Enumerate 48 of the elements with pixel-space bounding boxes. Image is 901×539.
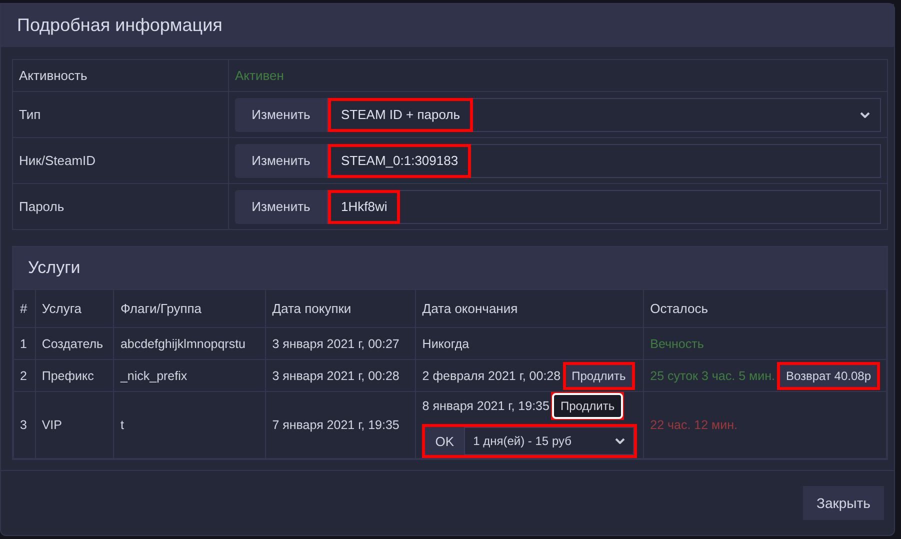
field-label: Тип	[12, 92, 228, 138]
column-header: Флаги/Группа	[114, 290, 266, 328]
end-date: 8 января 2021 г, 19:35	[422, 399, 550, 413]
remaining-time: 22 час. 12 мин.	[650, 418, 738, 432]
chevron-icon	[860, 112, 870, 118]
field-value: 1Hkf8wi	[341, 199, 388, 214]
extend-button[interactable]: Продлить	[566, 364, 632, 386]
refund-button[interactable]: Возврат 40.08р	[780, 364, 877, 386]
table-cell: VIP	[35, 392, 114, 458]
table-cell: 1	[14, 328, 36, 360]
table-cell: abcdefghijklmnopqrstu	[114, 328, 266, 360]
extend-button[interactable]: Продлить	[554, 395, 621, 417]
column-header: #	[14, 290, 36, 328]
column-header: Услуга	[35, 290, 114, 328]
change-button[interactable]: Изменить	[235, 98, 327, 132]
period-select[interactable]: 1 дня(ей) - 15 руб	[464, 427, 634, 455]
table-cell: _nick_prefix	[114, 360, 266, 392]
remaining-time: 25 суток 3 час. 5 мин.	[650, 368, 775, 382]
table-cell: Создатель	[35, 328, 114, 360]
field-label: Ник/SteamID	[12, 138, 228, 184]
panel-title: Услуги	[28, 258, 80, 278]
change-button[interactable]: Изменить	[235, 190, 327, 224]
field-label: Пароль	[12, 184, 228, 230]
table-cell: 3 января 2021 г, 00:28	[266, 360, 416, 392]
field-value: STEAM ID + пароль	[341, 107, 460, 122]
type-select[interactable]: STEAM ID + пароль	[327, 98, 881, 132]
table-cell: 3	[14, 392, 36, 458]
table-cell: t	[114, 392, 266, 458]
end-date: 2 февраля 2021 г, 00:28	[422, 368, 561, 382]
field-label: Активность	[12, 60, 228, 92]
input-field[interactable]: 1Hkf8wi	[327, 190, 881, 224]
end-date: Никогда	[422, 336, 470, 350]
table-cell: 3 января 2021 г, 00:27	[266, 328, 416, 360]
column-header: Осталось	[644, 290, 886, 328]
close-button[interactable]: Закрыть	[803, 486, 884, 520]
input-field[interactable]: STEAM_0:1:309183	[327, 144, 881, 178]
table-cell: Префикс	[35, 360, 114, 392]
column-header: Дата окончания	[416, 290, 644, 328]
change-button[interactable]: Изменить	[235, 144, 327, 178]
table-cell: 2	[14, 360, 36, 392]
ok-button[interactable]: OK	[425, 427, 464, 455]
status-text: Активен	[235, 68, 284, 83]
column-header: Дата покупки	[266, 290, 416, 328]
table-cell: 7 января 2021 г, 19:35	[266, 392, 416, 458]
remaining-time: Вечность	[650, 336, 704, 350]
field-value: STEAM_0:1:309183	[341, 153, 458, 168]
modal-title: Подробная информация	[17, 15, 222, 36]
chevron-icon	[615, 438, 626, 444]
